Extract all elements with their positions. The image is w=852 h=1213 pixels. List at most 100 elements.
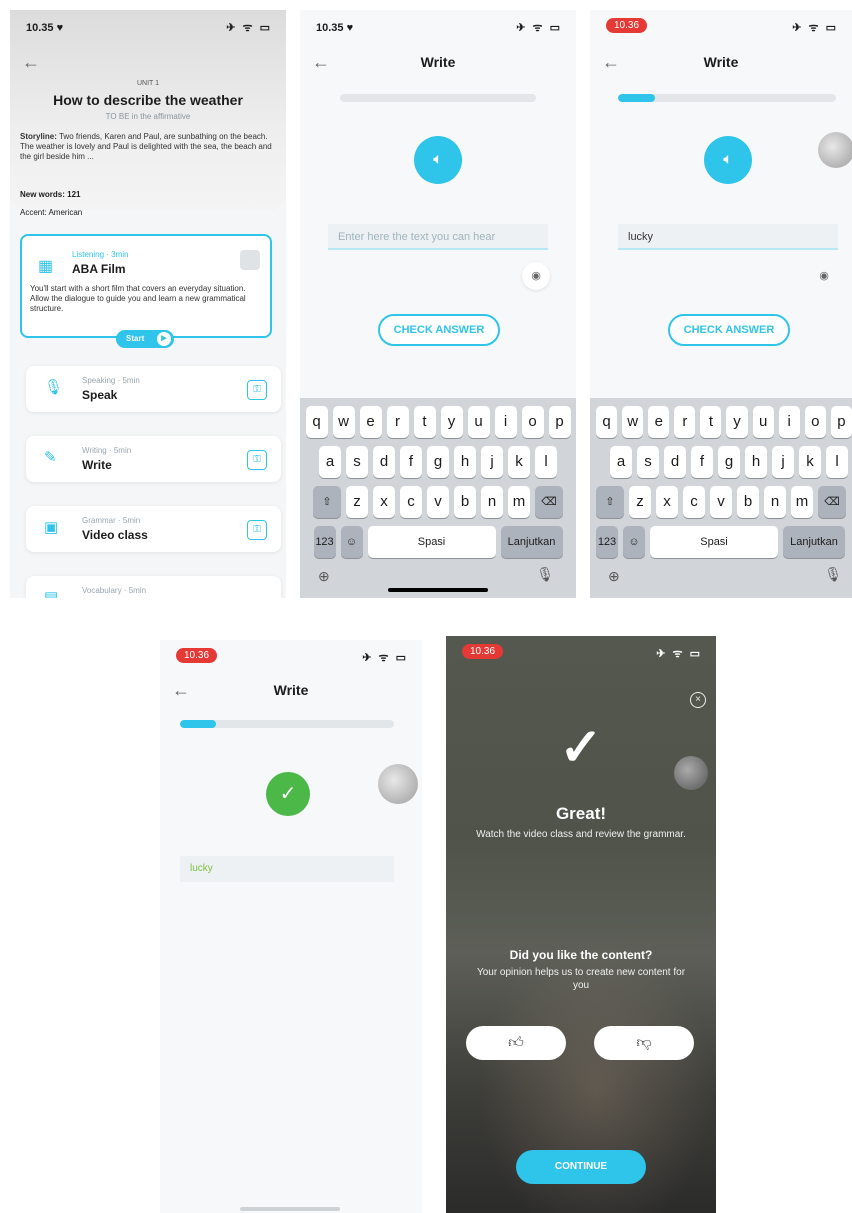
lesson-card-speak[interactable]: 🎙︎ Speaking · 5min Speak ⚿	[26, 366, 281, 412]
key[interactable]: s	[346, 446, 368, 478]
numbers-key[interactable]: 123	[313, 526, 336, 558]
dictation-mic-icon[interactable]: 🎙︎	[536, 566, 554, 583]
answer-value: lucky	[628, 231, 654, 243]
thumbs-up-button[interactable]: 👍︎	[466, 1026, 566, 1060]
key[interactable]: x	[373, 486, 395, 518]
globe-icon[interactable]: ⊕	[318, 568, 330, 585]
lesson-card-video-class[interactable]: ▣ Grammar · 5min Video class ⚿	[26, 506, 281, 552]
key[interactable]: p	[548, 406, 571, 438]
key[interactable]: h	[454, 446, 476, 478]
key[interactable]: l	[535, 446, 557, 478]
lesson-card-partial[interactable]: ▤ Vocabulary · 5min	[26, 576, 281, 598]
key[interactable]: u	[752, 406, 774, 438]
key[interactable]: o	[521, 406, 544, 438]
start-button[interactable]: Start ▶	[116, 330, 174, 348]
key[interactable]: w	[622, 406, 644, 438]
key[interactable]: j	[772, 446, 794, 478]
key[interactable]: z	[346, 486, 368, 518]
space-key[interactable]: Spasi	[650, 526, 778, 558]
eye-icon[interactable]: ◉	[810, 262, 838, 290]
key[interactable]: m	[508, 486, 530, 518]
key[interactable]: m	[791, 486, 813, 518]
key[interactable]: b	[454, 486, 476, 518]
key[interactable]: e	[359, 406, 382, 438]
key[interactable]: a	[319, 446, 341, 478]
key[interactable]: g	[427, 446, 449, 478]
key[interactable]: c	[400, 486, 422, 518]
page-subtitle: TO BE in the affirmative	[105, 112, 191, 121]
key[interactable]: u	[467, 406, 490, 438]
check-answer-button[interactable]: CHECK ANSWER	[668, 314, 790, 346]
key[interactable]: n	[764, 486, 786, 518]
answer-input[interactable]: Enter here the text you can hear	[328, 224, 548, 250]
key[interactable]: q	[305, 406, 328, 438]
globe-icon[interactable]: ⊕	[608, 568, 620, 585]
answer-input[interactable]: lucky	[618, 224, 838, 250]
key[interactable]: k	[799, 446, 821, 478]
next-key[interactable]: Lanjutkan	[500, 526, 563, 558]
grey-floating-button[interactable]	[818, 132, 852, 168]
emoji-icon[interactable]: ☺	[623, 526, 645, 558]
lesson-card-write[interactable]: ✎ Writing · 5min Write ⚿	[26, 436, 281, 482]
key[interactable]: e	[648, 406, 670, 438]
key[interactable]: r	[386, 406, 409, 438]
lesson-small: Writing · 5min	[82, 446, 132, 455]
key[interactable]: k	[508, 446, 530, 478]
key[interactable]: n	[481, 486, 503, 518]
close-icon[interactable]: ×	[690, 692, 706, 708]
space-key[interactable]: Spasi	[367, 526, 496, 558]
key[interactable]: b	[737, 486, 759, 518]
next-key[interactable]: Lanjutkan	[783, 526, 845, 558]
key[interactable]: f	[400, 446, 422, 478]
key[interactable]: d	[373, 446, 395, 478]
key[interactable]: o	[804, 406, 826, 438]
shift-icon[interactable]: ⇧	[313, 486, 341, 518]
key[interactable]: i	[778, 406, 800, 438]
dictation-mic-icon[interactable]: 🎙︎	[824, 566, 842, 583]
key[interactable]: y	[440, 406, 463, 438]
key[interactable]: x	[656, 486, 678, 518]
key[interactable]: l	[826, 446, 848, 478]
backspace-icon[interactable]: ⌫	[818, 486, 846, 518]
answer-result-text: lucky	[190, 863, 213, 874]
key[interactable]: v	[427, 486, 449, 518]
key[interactable]: r	[674, 406, 696, 438]
key[interactable]: p	[830, 406, 852, 438]
new-words: New words: 121	[20, 190, 81, 199]
key[interactable]: s	[637, 446, 659, 478]
shift-icon[interactable]: ⇧	[596, 486, 624, 518]
emoji-icon[interactable]: ☺	[340, 526, 363, 558]
key[interactable]: c	[683, 486, 705, 518]
speaker-button[interactable]: 🔈︎	[414, 136, 462, 184]
key[interactable]: t	[700, 406, 722, 438]
grey-floating-button[interactable]	[378, 764, 418, 804]
key[interactable]: i	[494, 406, 517, 438]
check-answer-button[interactable]: CHECK ANSWER	[378, 314, 500, 346]
key[interactable]: v	[710, 486, 732, 518]
key[interactable]: a	[610, 446, 632, 478]
film-card[interactable]: ▦ Listening · 3min ABA Film You'll start…	[20, 234, 272, 338]
key[interactable]: q	[596, 406, 618, 438]
home-indicator	[388, 588, 488, 592]
key[interactable]: t	[413, 406, 436, 438]
status-bar: 10.36 ✈ ᯤ ▭	[446, 636, 716, 666]
key[interactable]: z	[629, 486, 651, 518]
continue-button[interactable]: CONTINUE	[516, 1150, 646, 1184]
key[interactable]: d	[664, 446, 686, 478]
grey-floating-button[interactable]	[674, 756, 708, 790]
film-card-checkbox[interactable]	[240, 250, 260, 270]
key[interactable]: y	[726, 406, 748, 438]
film-card-title: ABA Film	[72, 262, 126, 276]
numbers-key[interactable]: 123	[596, 526, 618, 558]
key[interactable]: h	[745, 446, 767, 478]
key[interactable]: f	[691, 446, 713, 478]
lesson-title: Speak	[82, 388, 118, 402]
key[interactable]: j	[481, 446, 503, 478]
back-arrow-icon[interactable]: ←	[22, 52, 40, 73]
speaker-button[interactable]: 🔈︎	[704, 136, 752, 184]
eye-icon[interactable]: ◉	[522, 262, 550, 290]
key[interactable]: g	[718, 446, 740, 478]
key[interactable]: w	[332, 406, 355, 438]
thumbs-down-button[interactable]: 👎︎	[594, 1026, 694, 1060]
backspace-icon[interactable]: ⌫	[535, 486, 563, 518]
